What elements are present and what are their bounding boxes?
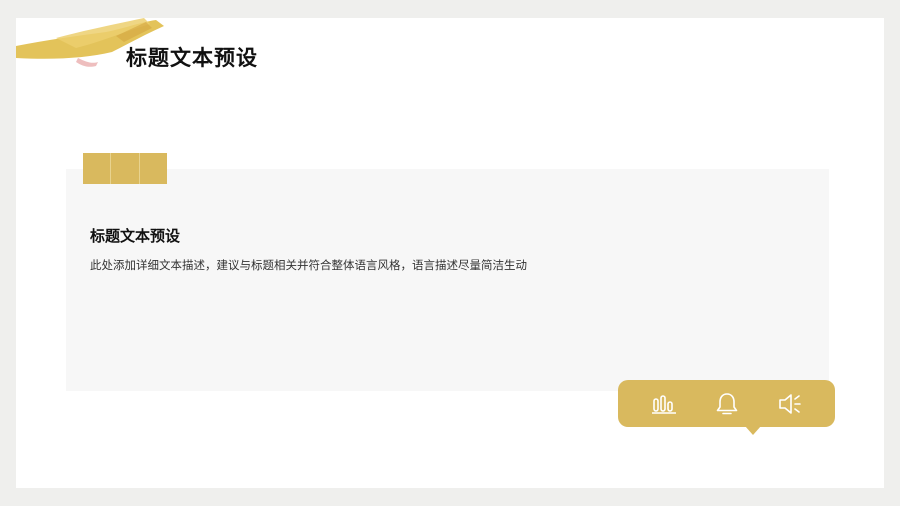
icon-toolbar [618,380,835,427]
bar-chart-icon [651,394,676,414]
speaker-icon [778,393,801,414]
bar-chart-button[interactable] [647,387,681,421]
tab-segment [111,153,140,184]
bell-button[interactable] [710,387,744,421]
speaker-button[interactable] [773,387,807,421]
card-tab-decoration [83,153,167,184]
page-title: 标题文本预设 [126,46,258,70]
content-card [66,169,829,391]
toolbar-pointer [745,426,761,435]
bell-icon [716,392,737,414]
tab-segment [140,153,167,184]
card-title: 标题文本预设 [90,227,181,245]
tab-segment [83,153,112,184]
card-description: 此处添加详细文本描述，建议与标题相关并符合整体语言风格，语言描述尽量简洁生动 [90,258,527,272]
